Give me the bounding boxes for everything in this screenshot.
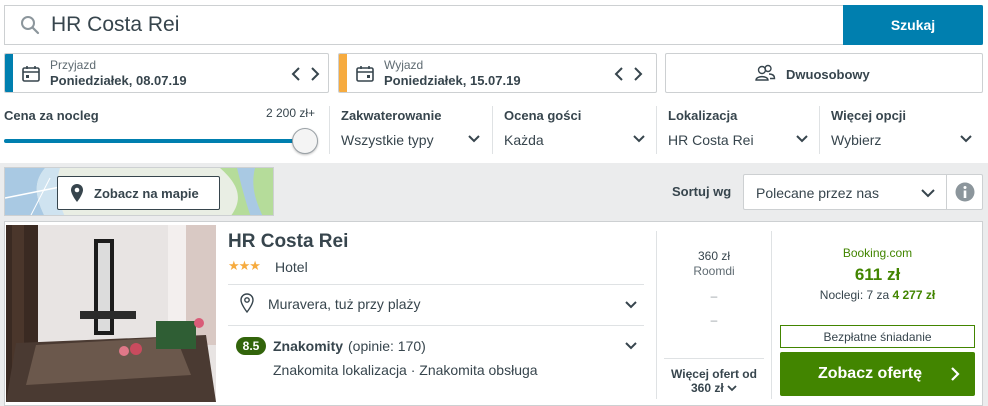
- filter-rating-title: Ocena gości: [504, 108, 582, 123]
- chevron-down-icon[interactable]: [624, 341, 638, 351]
- hotel-photo[interactable]: [6, 225, 216, 402]
- rating-word[interactable]: Znakomity: [273, 338, 343, 354]
- filter-divider: [819, 106, 820, 154]
- chevron-left-icon[interactable]: [288, 65, 304, 83]
- search-bar[interactable]: HR Costa Rei: [4, 5, 983, 45]
- price-filter-max: 2 200 zł+: [266, 106, 316, 120]
- filter-lodging-value: Wszystkie typy: [341, 132, 434, 148]
- info-icon: [955, 182, 975, 202]
- checkin-date-picker[interactable]: Przyjazd Poniedziałek, 08.07.19: [4, 53, 329, 93]
- filter-rating[interactable]: Ocena gości Każda: [492, 104, 654, 154]
- divider: [228, 284, 644, 285]
- sort-info-button[interactable]: [946, 174, 983, 210]
- filter-divider: [656, 106, 657, 154]
- star-rating-icon: ★★★: [228, 258, 261, 273]
- best-deal-site[interactable]: Booking.com: [780, 246, 975, 260]
- search-input[interactable]: HR Costa Rei: [51, 13, 179, 37]
- best-deal-price[interactable]: 611 zł: [780, 265, 975, 285]
- checkin-value: Poniedziałek, 08.07.19: [50, 73, 187, 88]
- sort-label: Sortuj wg: [672, 184, 732, 199]
- search-icon: [21, 16, 40, 35]
- chevron-down-icon: [468, 135, 480, 143]
- filter-divider: [492, 106, 493, 154]
- free-breakfast-badge: Bezpłatne śniadanie: [780, 325, 975, 348]
- chevron-down-icon: [796, 135, 808, 143]
- chevron-down-icon: [921, 189, 935, 198]
- column-divider: [656, 231, 657, 399]
- filter-more-title: Więcej opcji: [831, 108, 907, 123]
- filter-more-value: Wybierz: [831, 132, 882, 148]
- hotel-type: Hotel: [275, 259, 308, 275]
- chevron-down-icon: [727, 385, 737, 392]
- chevron-down-icon: [960, 135, 972, 143]
- users-icon: [755, 64, 776, 81]
- show-map-button[interactable]: Zobacz na mapie: [57, 176, 220, 210]
- alt-offer-empty: –: [710, 313, 718, 327]
- location-pin-icon: [71, 184, 83, 202]
- rating-badge: 8.5: [236, 337, 266, 355]
- hotel-photo-image: [6, 225, 216, 402]
- alt-offer-site: Roomdi: [693, 264, 735, 278]
- alt-offer-empty: –: [710, 289, 718, 303]
- calendar-icon: [356, 66, 374, 82]
- more-offers-price: 360 zł: [664, 381, 764, 395]
- filter-location-value: HR Costa Rei: [668, 132, 754, 148]
- checkout-value: Poniedziałek, 15.07.19: [384, 73, 521, 88]
- more-offers-button[interactable]: Więcej ofert od 360 zł: [664, 358, 764, 398]
- price-filter-label: Cena za nocleg: [4, 108, 99, 123]
- best-deal-nights: Noclegi: 7 za 4 277 zł: [819, 288, 936, 302]
- checkin-label: Przyjazd: [50, 58, 97, 72]
- checkout-accent: [339, 54, 347, 92]
- filter-divider: [329, 106, 330, 154]
- filter-lodging-title: Zakwaterowanie: [341, 108, 442, 123]
- guests-selector[interactable]: Dwuosobowy: [665, 53, 983, 93]
- filter-rating-value: Każda: [504, 132, 544, 148]
- view-deal-button[interactable]: Zobacz ofertę: [780, 352, 975, 396]
- alt-offer-price[interactable]: 360 zł: [664, 249, 764, 263]
- chevron-down-icon[interactable]: [624, 300, 638, 310]
- calendar-icon: [22, 66, 40, 82]
- filter-more[interactable]: Więcej opcji Wybierz: [819, 104, 983, 154]
- chevron-right-icon: [951, 367, 960, 381]
- filter-location[interactable]: Lokalizacja HR Costa Rei: [656, 104, 818, 154]
- show-map-label: Zobacz na mapie: [94, 186, 199, 201]
- divider: [228, 325, 644, 326]
- chevron-down-icon: [633, 135, 645, 143]
- filter-lodging[interactable]: Zakwaterowanie Wszystkie typy: [329, 104, 491, 154]
- checkout-date-picker[interactable]: Wyjazd Poniedziałek, 15.07.19: [338, 53, 657, 93]
- checkin-accent: [5, 54, 13, 92]
- column-divider: [771, 231, 772, 399]
- price-slider-track[interactable]: [4, 139, 306, 143]
- checkout-label: Wyjazd: [384, 58, 424, 72]
- rating-details: Znakomita lokalizacja · Znakomita obsług…: [273, 362, 538, 378]
- search-button[interactable]: Szukaj: [843, 5, 983, 45]
- chevron-left-icon[interactable]: [611, 65, 627, 83]
- hotel-name[interactable]: HR Costa Rei: [228, 231, 348, 253]
- view-deal-label: Zobacz ofertę: [817, 365, 922, 382]
- price-slider-handle[interactable]: [292, 128, 318, 154]
- more-offers-label: Więcej ofert od: [671, 367, 757, 381]
- hotel-location[interactable]: Muravera, tuż przy plaży: [268, 296, 421, 312]
- chevron-right-icon[interactable]: [630, 65, 646, 83]
- location-pin-icon: [240, 293, 254, 313]
- guests-value: Dwuosobowy: [786, 67, 870, 82]
- chevron-right-icon[interactable]: [307, 65, 323, 83]
- sort-select[interactable]: Polecane przez nas: [743, 174, 947, 210]
- rating-count: (opinie: 170): [348, 338, 426, 354]
- sort-value: Polecane przez nas: [756, 185, 879, 201]
- filter-location-title: Lokalizacja: [668, 108, 738, 123]
- best-deal-total: 4 277 zł: [892, 288, 936, 302]
